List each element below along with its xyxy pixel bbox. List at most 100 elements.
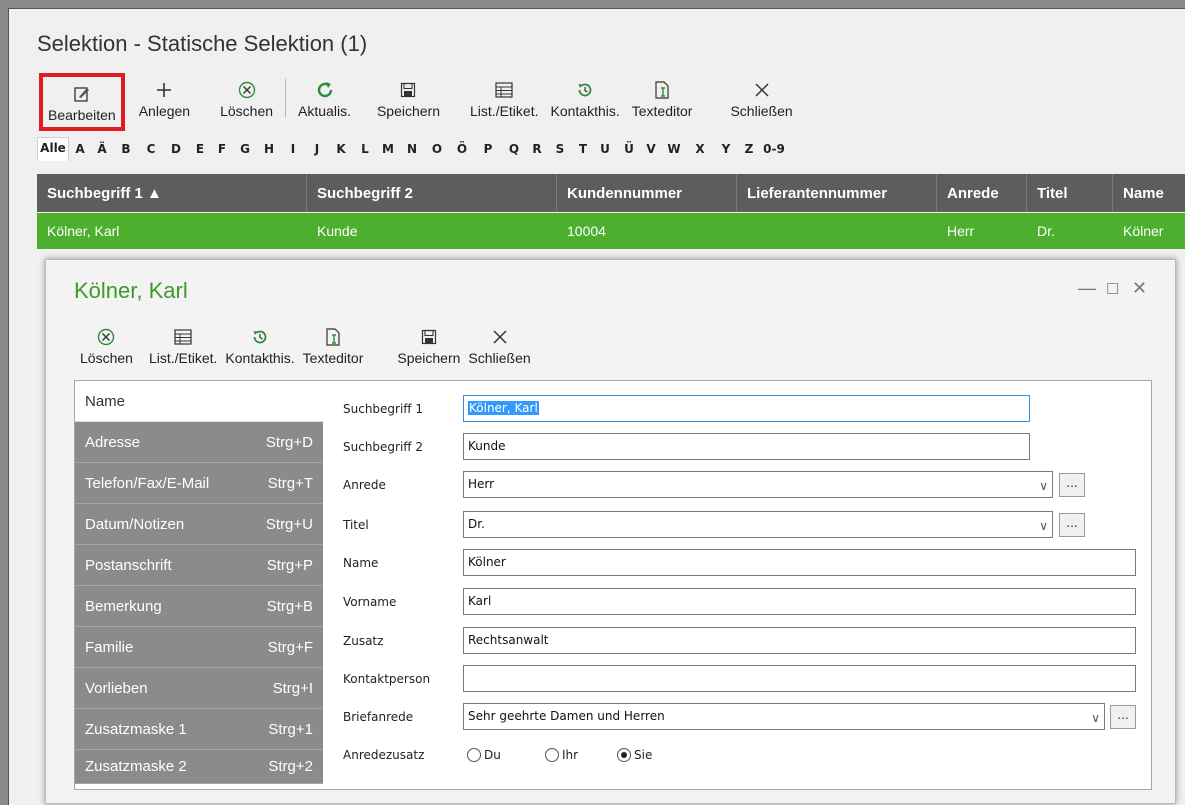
briefanrede-more-button[interactable]: ... bbox=[1110, 705, 1136, 729]
radio-sie-label: Sie bbox=[634, 748, 653, 762]
suchbegriff2-field[interactable]: Kunde bbox=[463, 433, 1030, 460]
alpha-filter-letter[interactable]: T bbox=[573, 142, 593, 156]
column-header-titel[interactable]: Titel bbox=[1027, 174, 1113, 212]
nav-item-postanschrift[interactable]: Postanschrift Strg+P bbox=[75, 545, 323, 586]
radio-circle bbox=[545, 748, 559, 762]
nav-item-name[interactable]: Name bbox=[75, 381, 323, 422]
texteditor-button[interactable]: Texteditor bbox=[626, 73, 699, 131]
alpha-filter-letter[interactable]: S bbox=[547, 142, 573, 156]
alpha-filter-letter[interactable]: N bbox=[399, 142, 425, 156]
dialog-texteditor-label: Texteditor bbox=[302, 350, 364, 366]
titel-value: Dr. bbox=[468, 517, 485, 531]
list-etiket-button[interactable]: List./Etiket. bbox=[464, 73, 544, 131]
titel-more-button[interactable]: ... bbox=[1059, 513, 1085, 537]
zusatz-field[interactable]: Rechtsanwalt bbox=[463, 627, 1136, 654]
nav-item-shortcut: Strg+F bbox=[267, 638, 313, 656]
bearbeiten-button[interactable]: Bearbeiten bbox=[39, 73, 125, 131]
alpha-filter-letter[interactable]: I bbox=[281, 142, 305, 156]
nav-item-label: Adresse bbox=[85, 433, 141, 451]
alpha-filter-letter[interactable]: A bbox=[69, 142, 91, 156]
anlegen-button[interactable]: Anlegen bbox=[133, 73, 196, 131]
loeschen-button[interactable]: Löschen bbox=[214, 73, 279, 131]
dialog-list-etiket-button[interactable]: List./Etiket. bbox=[145, 320, 221, 366]
radio-du[interactable]: Du bbox=[467, 748, 501, 762]
alpha-filter-letter[interactable]: M bbox=[377, 142, 399, 156]
alpha-filter-letter[interactable]: W bbox=[661, 142, 687, 156]
anrede-more-button[interactable]: ... bbox=[1059, 473, 1085, 497]
alpha-filter-letter[interactable]: X bbox=[687, 142, 713, 156]
alpha-filter-letter[interactable]: V bbox=[641, 142, 661, 156]
kontakthis-button[interactable]: Kontakthis. bbox=[544, 73, 625, 131]
nav-item-adresse[interactable]: Adresse Strg+D bbox=[75, 422, 323, 463]
nav-item-shortcut: Strg+I bbox=[272, 679, 313, 697]
briefanrede-select[interactable]: Sehr geehrte Damen und Herren ∨ bbox=[463, 703, 1105, 730]
nav-item-telefon[interactable]: Telefon/Fax/E-Mail Strg+T bbox=[75, 463, 323, 504]
nav-item-bemerkung[interactable]: Bemerkung Strg+B bbox=[75, 586, 323, 627]
suchbegriff1-field[interactable]: Kölner, Karl bbox=[463, 395, 1030, 422]
nav-item-familie[interactable]: Familie Strg+F bbox=[75, 627, 323, 668]
nav-item-zusatzmaske2[interactable]: Zusatzmaske 2 Strg+2 bbox=[75, 750, 323, 784]
dialog-texteditor-button[interactable]: Texteditor bbox=[299, 320, 368, 366]
chevron-down-icon: ∨ bbox=[1039, 519, 1048, 533]
alpha-filter-letter[interactable]: O bbox=[425, 142, 449, 156]
alpha-filter-letter[interactable]: E bbox=[189, 142, 211, 156]
name-field[interactable]: Kölner bbox=[463, 549, 1136, 576]
table-row[interactable]: Kölner, Karl Kunde 10004 Herr Dr. Kölner bbox=[37, 213, 1185, 249]
vorname-label: Vorname bbox=[343, 595, 397, 609]
alpha-filter-letter[interactable]: Ä bbox=[91, 142, 113, 156]
alpha-filter-letter[interactable]: H bbox=[257, 142, 281, 156]
nav-item-datum[interactable]: Datum/Notizen Strg+U bbox=[75, 504, 323, 545]
alpha-filter-letter[interactable]: P bbox=[475, 142, 501, 156]
column-header-kundennummer[interactable]: Kundennummer bbox=[557, 174, 737, 212]
alpha-filter-letter[interactable]: G bbox=[233, 142, 257, 156]
dialog-loeschen-button[interactable]: Löschen bbox=[76, 320, 137, 366]
main-window: Selektion - Statische Selektion (1) Bear… bbox=[8, 8, 1185, 805]
nav-item-label: Telefon/Fax/E-Mail bbox=[85, 474, 210, 492]
dialog-schliessen-button[interactable]: Schließen bbox=[464, 320, 534, 366]
dialog-toolbar: Löschen List./Etiket. Kontakthis. Texted… bbox=[76, 320, 535, 366]
radio-ihr[interactable]: Ihr bbox=[545, 748, 578, 762]
alpha-filter-letter[interactable]: Z bbox=[739, 142, 759, 156]
alpha-filter-letter[interactable]: B bbox=[113, 142, 139, 156]
kontaktperson-field[interactable] bbox=[463, 665, 1136, 692]
dialog-list-etiket-label: List./Etiket. bbox=[148, 350, 218, 366]
alpha-filter-letter[interactable]: K bbox=[329, 142, 353, 156]
alpha-filter-letter[interactable]: Ö bbox=[449, 142, 475, 156]
nav-item-shortcut: Strg+P bbox=[266, 556, 313, 574]
alpha-filter-alle[interactable]: Alle bbox=[37, 137, 69, 161]
column-header-lieferantennummer[interactable]: Lieferantennummer bbox=[737, 174, 937, 212]
alpha-filter-letter[interactable]: U bbox=[593, 142, 617, 156]
aktualis-button[interactable]: Aktualis. bbox=[292, 73, 357, 131]
texteditor-icon bbox=[654, 79, 670, 101]
alpha-filter-letter[interactable]: L bbox=[353, 142, 377, 156]
column-header-suchbegriff2[interactable]: Suchbegriff 2 bbox=[307, 174, 557, 212]
alpha-filter-digits[interactable]: 0-9 bbox=[759, 142, 789, 156]
alpha-filter-letter[interactable]: Q bbox=[501, 142, 527, 156]
schliessen-button[interactable]: Schließen bbox=[724, 73, 798, 131]
alpha-filter-letter[interactable]: Y bbox=[713, 142, 739, 156]
column-header-anrede[interactable]: Anrede bbox=[937, 174, 1027, 212]
alpha-filter-letter[interactable]: R bbox=[527, 142, 547, 156]
column-header-name[interactable]: Name bbox=[1113, 174, 1185, 212]
dialog-kontakthis-label: Kontakthis. bbox=[225, 350, 295, 366]
alpha-filter-letter[interactable]: J bbox=[305, 142, 329, 156]
nav-item-zusatzmaske1[interactable]: Zusatzmaske 1 Strg+1 bbox=[75, 709, 323, 750]
alpha-filter-letter[interactable]: Ü bbox=[617, 142, 641, 156]
minimize-icon[interactable]: — bbox=[1078, 278, 1096, 299]
dialog-kontakthis-button[interactable]: Kontakthis. bbox=[221, 320, 298, 366]
toolbar-divider bbox=[285, 79, 287, 117]
maximize-icon[interactable]: ☐ bbox=[1106, 280, 1119, 298]
speichern-button[interactable]: Speichern bbox=[371, 73, 446, 131]
titel-select[interactable]: Dr. ∨ bbox=[463, 511, 1053, 538]
anrede-select[interactable]: Herr ∨ bbox=[463, 471, 1053, 498]
column-header-suchbegriff1[interactable]: Suchbegriff 1 ▲ bbox=[37, 174, 307, 212]
nav-item-label: Vorlieben bbox=[85, 679, 148, 697]
nav-item-vorlieben[interactable]: Vorlieben Strg+I bbox=[75, 668, 323, 709]
alpha-filter-letter[interactable]: C bbox=[139, 142, 163, 156]
alpha-filter-letter[interactable]: F bbox=[211, 142, 233, 156]
vorname-field[interactable]: Karl bbox=[463, 588, 1136, 615]
radio-sie[interactable]: Sie bbox=[617, 748, 652, 762]
dialog-speichern-button[interactable]: Speichern bbox=[393, 320, 464, 366]
alpha-filter-letter[interactable]: D bbox=[163, 142, 189, 156]
window-close-icon[interactable]: ✕ bbox=[1132, 278, 1147, 299]
